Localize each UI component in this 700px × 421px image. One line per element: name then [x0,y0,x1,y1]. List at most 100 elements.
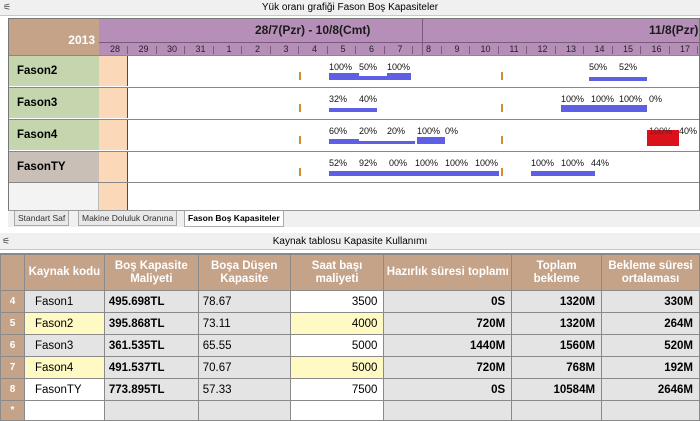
column-header-saat-basi-maliyeti[interactable]: Saat başı maliyeti [289,254,385,291]
day-label: 29 [138,44,149,54]
new-cell[interactable] [103,400,199,421]
period-tick [501,104,503,112]
gantt-window: ⚟ Yük oranı grafiği Fason Boş Kapasitele… [0,0,700,228]
gantt-row-fason2[interactable]: Fason2 100% 50% 100% 50% 52% [9,55,699,86]
cell-saat-basi[interactable]: 5000 [289,334,385,357]
new-cell[interactable] [601,400,700,421]
load-bar[interactable] [561,105,647,112]
table-row[interactable]: 6 Fason3 361.535TL 65.55 5000 1440M 1560… [0,334,700,357]
load-bar[interactable] [387,73,411,80]
new-cell[interactable] [197,400,291,421]
day-divider [583,46,584,54]
load-bar[interactable] [359,76,387,80]
load-bar[interactable] [329,108,357,112]
tab-fason-bos-kapasiteler[interactable]: Fason Boş Kapasiteler [184,211,284,227]
cell-bosa-dusen[interactable]: 65.55 [197,334,291,357]
table-row[interactable]: 7 Fason4 491.537TL 70.67 5000 720M 768M … [0,356,700,379]
new-cell[interactable] [383,400,513,421]
tab-standart[interactable]: Standart Saf [14,211,70,226]
cell-toplam-bekleme[interactable]: 1320M [511,312,603,335]
day-divider [155,46,157,54]
table-row[interactable]: 5 Fason2 395.868TL 73.11 4000 720M 1320M… [0,312,700,335]
cell-bekleme-ort[interactable]: 192M [601,356,700,379]
period-tick [501,168,503,176]
column-header-bosa-dusen-kapasite[interactable]: Boşa Düşen Kapasite [197,254,291,291]
cell-toplam-bekleme[interactable]: 10584M [511,378,603,401]
column-header-toplam-bekleme[interactable]: Toplam bekleme [511,254,603,291]
resource-window-titlebar[interactable]: ⚟ Kaynak tablosu Kapasite Kullanımı [0,233,700,250]
cell-bos-kapasite[interactable]: 361.535TL [103,334,199,357]
new-record-row[interactable]: * [0,400,700,421]
column-header-bekleme-ortalamasi[interactable]: Bekleme süresi ortalaması [601,254,700,291]
row-selector[interactable]: 6 [0,334,25,357]
row-selector[interactable]: 5 [0,312,25,335]
column-header-bos-kapasite-maliyeti[interactable]: Boş Kapasite Maliyeti [103,254,199,291]
cell-kaynak-kodu[interactable]: Fason3 [23,334,105,357]
cell-bekleme-ort[interactable]: 330M [601,290,700,313]
load-label: 50% [359,62,378,72]
cell-hazirlik[interactable]: 720M [383,356,513,379]
cell-hazirlik[interactable]: 1440M [383,334,513,357]
cell-bosa-dusen[interactable]: 70.67 [197,356,291,379]
cell-bekleme-ort[interactable]: 264M [601,312,700,335]
load-bar[interactable] [357,108,377,112]
cell-bos-kapasite[interactable]: 495.698TL [103,290,199,313]
cell-saat-basi[interactable]: 5000 [289,356,385,379]
cell-kaynak-kodu[interactable]: Fason2 [23,312,105,335]
cell-bosa-dusen[interactable]: 78.67 [197,290,291,313]
load-label: 50% [589,62,608,72]
day-label: 11 [509,44,519,54]
cell-saat-basi[interactable]: 7500 [289,378,385,401]
day-labels: 28 29 30 31 1 2 3 4 5 6 7 8 9 10 11 12 13 14 15 16 17 [9,19,699,55]
cell-toplam-bekleme[interactable]: 1320M [511,290,603,313]
table-row[interactable]: 8 FasonTY 773.895TL 57.33 7500 0S 10584M… [0,378,700,401]
load-label: 00% [389,158,408,168]
gantt-row-fason4[interactable]: Fason4 60% 20% 20% 100% 0% 100% 40% [9,119,699,150]
row-selector-header[interactable] [0,254,25,291]
table-row[interactable]: 4 Fason1 495.698TL 78.67 3500 0S 1320M 3… [0,290,700,313]
load-label: 60% [329,126,348,136]
cell-hazirlik[interactable]: 0S [383,290,513,313]
cell-bos-kapasite[interactable]: 395.868TL [103,312,199,335]
load-bar[interactable] [329,171,499,176]
cell-saat-basi[interactable]: 4000 [289,312,385,335]
new-cell[interactable] [511,400,603,421]
gantt-window-titlebar[interactable]: ⚟ Yük oranı grafiği Fason Boş Kapasitele… [0,0,700,16]
day-divider [212,46,214,54]
row-selector[interactable]: 7 [0,356,25,379]
new-row-selector[interactable]: * [0,400,25,421]
row-selector[interactable]: 4 [0,290,25,313]
capacity-table: Kaynak kodu Boş Kapasite Maliyeti Boşa D… [0,254,700,421]
day-label: 8 [425,44,431,54]
column-header-hazirlik-suresi[interactable]: Hazırlık süresi toplamı [383,254,513,291]
load-bar[interactable] [359,141,415,144]
load-bar[interactable] [589,77,647,81]
cell-bosa-dusen[interactable]: 57.33 [197,378,291,401]
row-selector[interactable]: 8 [0,378,25,401]
new-cell[interactable] [23,400,105,421]
gantt-row-fason3[interactable]: Fason3 32% 40% 100% 100% 100% 0% [9,87,699,118]
cell-bosa-dusen[interactable]: 73.11 [197,312,291,335]
column-header-kaynak-kodu[interactable]: Kaynak kodu [23,254,105,291]
cell-saat-basi[interactable]: 3500 [289,290,385,313]
load-bar[interactable] [329,73,359,80]
day-label: 15 [622,44,633,54]
load-label: 20% [387,126,406,136]
cell-hazirlik[interactable]: 720M [383,312,513,335]
load-bar[interactable] [329,139,359,144]
cell-bekleme-ort[interactable]: 2646M [601,378,700,401]
cell-hazirlik[interactable]: 0S [383,378,513,401]
new-cell[interactable] [289,400,385,421]
cell-bos-kapasite[interactable]: 773.895TL [103,378,199,401]
cell-kaynak-kodu[interactable]: Fason1 [23,290,105,313]
cell-toplam-bekleme[interactable]: 768M [511,356,603,379]
tab-makine-doluluk[interactable]: Makine Doluluk Oranına [78,211,178,226]
gantt-row-fasonty[interactable]: FasonTY 52% 92% 00% 100% 100% 100% 100% … [9,151,699,182]
cell-kaynak-kodu[interactable]: FasonTY [23,378,105,401]
cell-toplam-bekleme[interactable]: 1560M [511,334,603,357]
cell-kaynak-kodu[interactable]: Fason4 [23,356,105,379]
cell-bekleme-ort[interactable]: 520M [601,334,700,357]
load-bar[interactable] [417,137,445,144]
cell-bos-kapasite[interactable]: 491.537TL [103,356,199,379]
load-bar[interactable] [531,171,595,176]
